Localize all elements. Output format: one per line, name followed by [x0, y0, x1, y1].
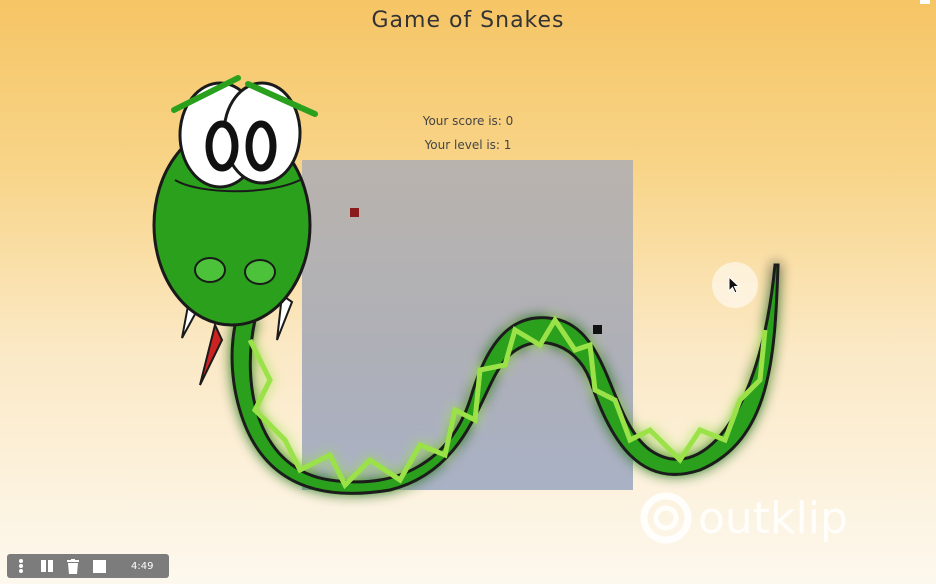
trash-icon[interactable] [65, 558, 81, 574]
cursor-icon [728, 276, 741, 294]
watermark-text: outklip [698, 492, 848, 544]
outklip-logo-icon [640, 492, 692, 544]
recorder-toolbar: 4:49 [7, 554, 169, 578]
corner-mark [920, 0, 930, 4]
watermark: outklip [640, 488, 880, 548]
food-black [593, 325, 602, 334]
more-icon[interactable] [13, 558, 29, 574]
pause-icon[interactable] [39, 558, 55, 574]
snake-body [230, 263, 780, 495]
recording-time: 4:49 [131, 560, 154, 572]
food-red [350, 208, 359, 217]
stop-icon[interactable] [91, 558, 107, 574]
tongue-icon [199, 322, 224, 386]
